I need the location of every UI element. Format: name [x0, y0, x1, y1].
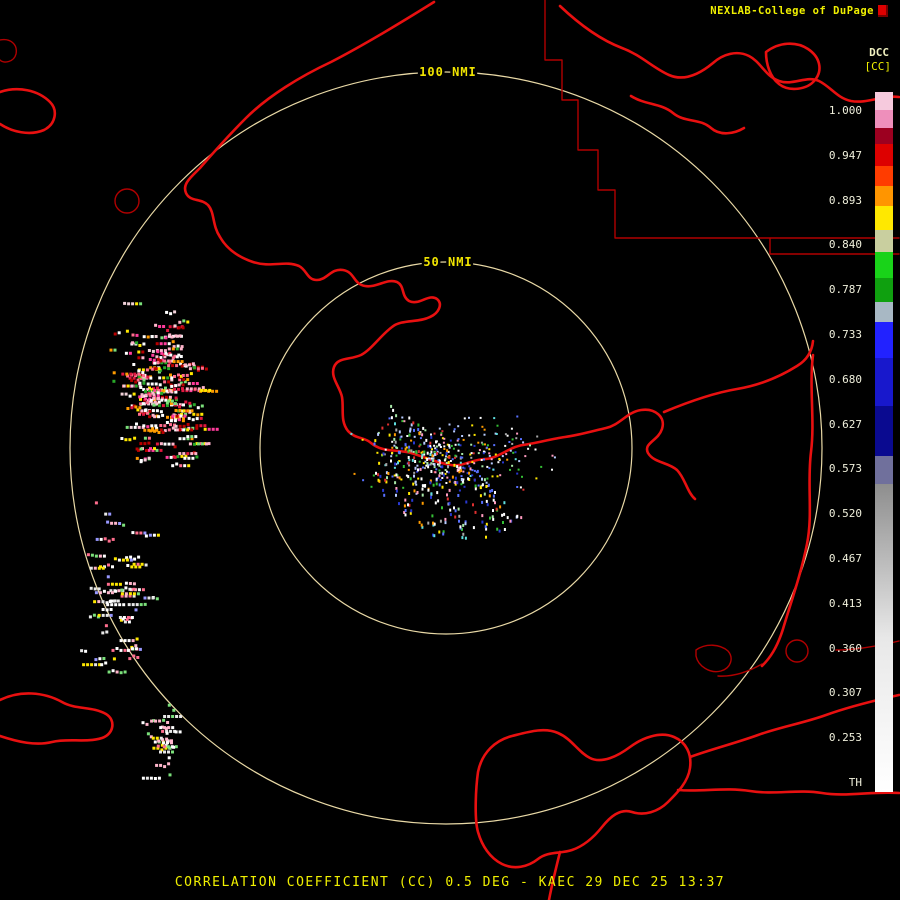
- range-ring: [69, 71, 823, 825]
- map-boundary-line: [717, 640, 900, 677]
- colorbar-segment: [875, 92, 893, 110]
- map-coastline: [662, 339, 815, 668]
- colorbar-title: DCC: [869, 46, 889, 59]
- colorbar-segment: [875, 302, 893, 322]
- cod-logo-icon: [878, 5, 888, 17]
- colorbar-segment: [875, 186, 893, 206]
- colorbar-segment: [875, 230, 893, 252]
- colorbar-segment: [875, 206, 893, 230]
- colorbar-segment: [875, 278, 893, 302]
- colorbar-segment: [875, 110, 893, 128]
- colorbar-segment: [875, 144, 893, 166]
- echo-layer: [80, 301, 556, 780]
- colorbar-segment: [875, 166, 893, 186]
- colorbar-segment: [875, 358, 893, 406]
- colorbar-segment: [875, 252, 893, 278]
- ring-labels: 100 NMI 50 NMI: [417, 63, 479, 272]
- product-title: CORRELATION COEFFICIENT (CC) 0.5 DEG - K…: [174, 875, 726, 890]
- colorbar-subtitle: [CC]: [864, 60, 892, 73]
- colorbar-segment: [875, 456, 893, 484]
- range-rings: [69, 71, 823, 825]
- brand-text: NEXLAB-College of DuPage: [710, 5, 874, 17]
- map-outlines: [0, 0, 900, 900]
- colorbar: [875, 92, 893, 792]
- ring-label: 50 NMI: [423, 255, 472, 269]
- map-coastline: [0, 88, 114, 745]
- map-coastline: [474, 693, 900, 900]
- colorbar-segment: [875, 484, 893, 792]
- colorbar-segment: [875, 406, 893, 456]
- radar-display: 100 NMI 50 NMI NEXLAB-College of DuPage D…: [0, 0, 900, 900]
- ring-label: 100 NMI: [419, 65, 477, 79]
- colorbar-segment: [875, 128, 893, 144]
- radar-canvas: 100 NMI 50 NMI: [0, 0, 900, 900]
- map-coastline: [558, 4, 900, 135]
- colorbar-segment: [875, 322, 893, 358]
- map-boundary-line: [544, 0, 900, 255]
- brand: NEXLAB-College of DuPage: [710, 5, 888, 17]
- range-ring: [259, 261, 633, 635]
